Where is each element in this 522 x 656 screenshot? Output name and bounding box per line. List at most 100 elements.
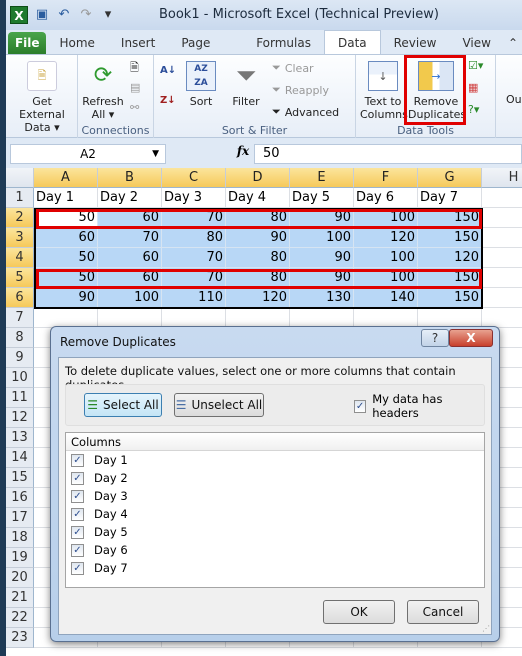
column-checkbox-row[interactable]: ✓ Day 2: [66, 469, 484, 487]
row-header-8[interactable]: 8: [6, 328, 34, 348]
tab-formulas[interactable]: Formulas: [243, 32, 324, 54]
column-checkbox[interactable]: ✓: [71, 507, 84, 521]
row-header-18[interactable]: 18: [6, 528, 34, 548]
row-header-14[interactable]: 14: [6, 448, 34, 468]
ok-button[interactable]: OK: [323, 600, 395, 624]
column-header-a[interactable]: A: [34, 168, 98, 188]
what-if-analysis-icon[interactable]: ?▾: [468, 103, 479, 116]
row-header-9[interactable]: 9: [6, 348, 34, 368]
consolidate-icon[interactable]: ▦: [468, 81, 478, 94]
column-checkbox-row[interactable]: ✓ Day 5: [66, 523, 484, 541]
reapply-button[interactable]: ⏷ Reapply: [272, 83, 329, 97]
row-header-23[interactable]: 23: [6, 628, 34, 648]
column-header-g[interactable]: G: [418, 168, 482, 188]
row-header-22[interactable]: 22: [6, 608, 34, 628]
advanced-button[interactable]: ⏷ Advanced: [272, 105, 339, 119]
tab-page-layout[interactable]: Page Layout: [168, 32, 243, 72]
column-checkbox-row[interactable]: ✓ Day 1: [66, 451, 484, 469]
tab-data[interactable]: Data: [323, 30, 381, 54]
row-header-4[interactable]: 4: [6, 248, 34, 268]
column-checkbox[interactable]: ✓: [71, 453, 84, 467]
column-checkbox[interactable]: ✓: [71, 471, 84, 485]
column-header-c[interactable]: C: [162, 168, 226, 188]
data-validation-icon[interactable]: ☑▾: [468, 59, 483, 72]
column-header-f[interactable]: F: [354, 168, 418, 188]
cell[interactable]: [290, 308, 354, 328]
properties-icon[interactable]: ▤: [130, 81, 140, 94]
tab-home[interactable]: Home: [46, 32, 107, 54]
row-header-12[interactable]: 12: [6, 408, 34, 428]
cancel-button[interactable]: Cancel: [407, 600, 479, 624]
collapse-ribbon-icon[interactable]: ⌃: [504, 32, 522, 54]
column-checkbox-row[interactable]: ✓ Day 3: [66, 487, 484, 505]
column-checkbox-row[interactable]: ✓ Day 4: [66, 505, 484, 523]
row-header-1[interactable]: 1: [6, 188, 34, 208]
row-header-5[interactable]: 5: [6, 268, 34, 288]
insert-function-icon[interactable]: fx: [232, 144, 254, 158]
cell[interactable]: [482, 288, 522, 308]
row-header-10[interactable]: 10: [6, 368, 34, 388]
header-cell[interactable]: Day 3: [162, 188, 226, 208]
header-cell[interactable]: Day 4: [226, 188, 290, 208]
header-cell[interactable]: Day 7: [418, 188, 482, 208]
cell[interactable]: [162, 308, 226, 328]
headers-checkbox[interactable]: ✓: [354, 399, 367, 413]
cell[interactable]: [226, 308, 290, 328]
sort-button[interactable]: AZ ZA Sort: [186, 61, 216, 108]
sort-ascending-icon[interactable]: A↓: [160, 65, 176, 76]
row-header-20[interactable]: 20: [6, 568, 34, 588]
tab-insert[interactable]: Insert: [108, 32, 168, 54]
row-header-7[interactable]: 7: [6, 308, 34, 328]
column-checkbox-row[interactable]: ✓ Day 7: [66, 559, 484, 577]
row-header-2[interactable]: 2: [6, 208, 34, 228]
row-header-3[interactable]: 3: [6, 228, 34, 248]
cell[interactable]: [34, 308, 98, 328]
column-header-d[interactable]: D: [226, 168, 290, 188]
edit-links-icon[interactable]: ⚯: [130, 101, 139, 114]
row-header-17[interactable]: 17: [6, 508, 34, 528]
select-all-button[interactable]: ☰ Select All: [84, 393, 162, 417]
headers-checkbox-row[interactable]: ✓ My data has headers: [354, 392, 484, 420]
column-header-h[interactable]: H: [482, 168, 522, 188]
filter-button[interactable]: ⏷ Filter: [228, 61, 264, 108]
header-cell[interactable]: Day 6: [354, 188, 418, 208]
cell[interactable]: [482, 228, 522, 248]
tab-review[interactable]: Review: [381, 32, 450, 54]
header-cell[interactable]: Day 1: [34, 188, 98, 208]
select-all-corner[interactable]: [6, 168, 34, 188]
cell[interactable]: [482, 248, 522, 268]
cell[interactable]: [482, 208, 522, 228]
row-header-21[interactable]: 21: [6, 588, 34, 608]
cell[interactable]: [482, 268, 522, 288]
chevron-down-icon[interactable]: ▼: [152, 145, 159, 163]
cell[interactable]: [482, 188, 522, 208]
header-cell[interactable]: Day 2: [98, 188, 162, 208]
row-header-11[interactable]: 11: [6, 388, 34, 408]
column-checkbox-row[interactable]: ✓ Day 6: [66, 541, 484, 559]
tab-view[interactable]: View: [449, 32, 503, 54]
column-header-b[interactable]: B: [98, 168, 162, 188]
column-header-e[interactable]: E: [290, 168, 354, 188]
cell[interactable]: [418, 308, 482, 328]
close-button[interactable]: X: [449, 329, 493, 347]
sort-descending-icon[interactable]: Z↓: [160, 95, 176, 106]
cell[interactable]: [482, 308, 522, 328]
cell[interactable]: [354, 308, 418, 328]
text-to-columns-button[interactable]: ↓ Text to Columns: [360, 61, 408, 121]
resize-grip-icon[interactable]: ⋰: [482, 624, 490, 633]
column-checkbox[interactable]: ✓: [71, 489, 84, 503]
tab-file[interactable]: File: [8, 32, 47, 54]
refresh-all-button[interactable]: ⟳ Refresh All ▾: [80, 61, 126, 121]
connections-icon[interactable]: 🗎: [130, 59, 139, 78]
formula-input[interactable]: 50: [254, 144, 522, 164]
column-checkbox[interactable]: ✓: [71, 561, 84, 575]
row-header-16[interactable]: 16: [6, 488, 34, 508]
row-header-15[interactable]: 15: [6, 468, 34, 488]
clear-button[interactable]: ⏷ Clear: [272, 61, 314, 75]
row-header-13[interactable]: 13: [6, 428, 34, 448]
help-button[interactable]: ?: [421, 329, 449, 347]
get-external-data-button[interactable]: 🗎 Get External Data ▾: [8, 61, 76, 134]
header-cell[interactable]: Day 5: [290, 188, 354, 208]
outline-button[interactable]: Ou: [506, 93, 522, 106]
unselect-all-button[interactable]: ☰ Unselect All: [174, 393, 264, 417]
